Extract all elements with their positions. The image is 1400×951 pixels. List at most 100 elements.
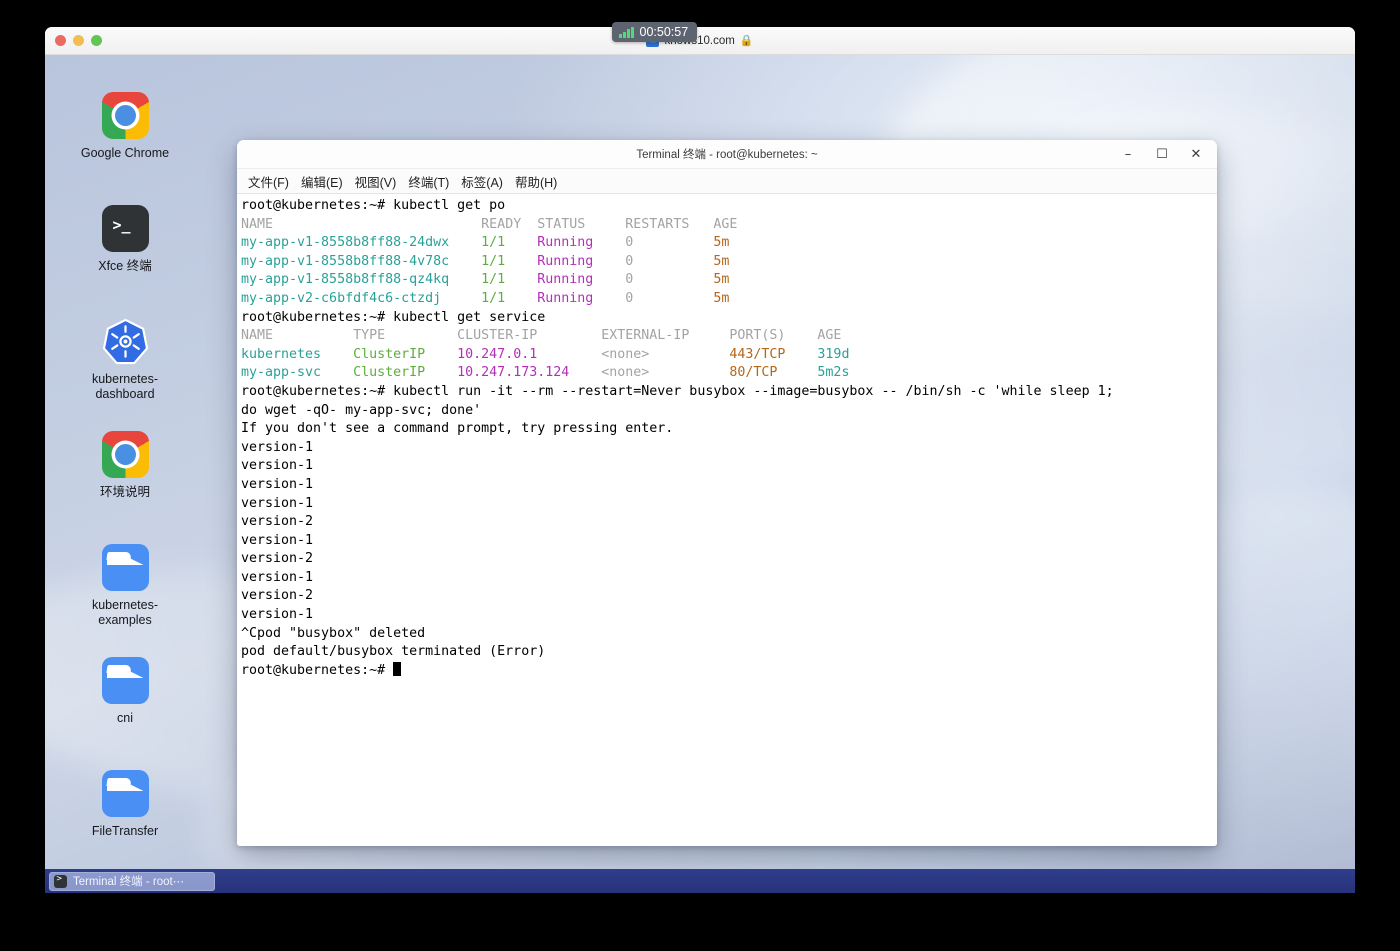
pod-ready: 1/1 xyxy=(481,272,538,288)
pod-name: my-app-v1-8558b8ff88-4v78c xyxy=(241,253,482,269)
terminal-line: version-1 xyxy=(241,569,1217,588)
pod-age: 5m xyxy=(713,290,730,306)
session-timer-value: 00:50:57 xyxy=(639,25,689,39)
terminal-line: version-1 xyxy=(241,457,1217,476)
col-ready-header: READY xyxy=(481,216,538,232)
shell-prompt: root@kubernetes:~# xyxy=(241,309,394,325)
shell-command: kubectl run -it --rm --restart=Never bus… xyxy=(393,383,1114,399)
desktop-icon-label: 环境说明 xyxy=(99,485,150,499)
terminal-menubar: 文件(F) 编辑(E) 视图(V) 终端(T) 标签(A) 帮助(H) xyxy=(237,169,1217,194)
terminal-text: version-1 xyxy=(241,476,314,492)
menu-view[interactable]: 视图(V) xyxy=(349,170,403,193)
pod-restarts: 0 xyxy=(625,272,714,288)
col-externalip-header: EXTERNAL-IP xyxy=(601,328,730,344)
pod-age: 5m xyxy=(713,235,730,251)
desktop-area: Google Chrome Xfce 终端 xyxy=(45,55,1355,893)
terminal-close-button[interactable]: ✕ xyxy=(1179,141,1213,168)
menu-file[interactable]: 文件(F) xyxy=(242,170,295,193)
maximize-window-button[interactable] xyxy=(91,35,102,46)
desktop-icon-kubernetes-examples[interactable]: kubernetes-examples xyxy=(63,537,187,650)
terminal-text: version-1 xyxy=(241,495,314,511)
terminal-line: version-2 xyxy=(241,513,1217,532)
desktop-icon-filetransfer[interactable]: FileTransfer xyxy=(63,763,187,876)
terminal-line: version-1 xyxy=(241,476,1217,495)
desktop-icon-xfce-terminal[interactable]: Xfce 终端 xyxy=(63,198,187,311)
terminal-window-controls: – ☐ ✕ xyxy=(1111,141,1217,168)
screen-root: ⊞ knows10.com 🔒 Google Chrome Xf xyxy=(0,0,1400,951)
terminal-line: root@kubernetes:~# kubectl get service xyxy=(241,309,1217,328)
menu-help[interactable]: 帮助(H) xyxy=(509,170,563,193)
pod-ready: 1/1 xyxy=(481,290,538,306)
service-ports: 80/TCP xyxy=(729,365,818,381)
lock-icon: 🔒 xyxy=(739,35,754,47)
pod-table-row: my-app-v1-8558b8ff88-24dwx 1/1 Running 0… xyxy=(241,234,1217,253)
service-name: kubernetes xyxy=(241,346,354,362)
terminal-titlebar[interactable]: Terminal 终端 - root@kubernetes: ~ – ☐ ✕ xyxy=(237,140,1217,169)
menu-terminal[interactable]: 终端(T) xyxy=(402,170,455,193)
browser-titlebar: ⊞ knows10.com 🔒 xyxy=(45,27,1355,55)
terminal-text: ^Cpod "busybox" deleted xyxy=(241,625,426,641)
pod-age: 5m xyxy=(713,253,730,269)
service-type: ClusterIP xyxy=(353,365,458,381)
pod-restarts: 0 xyxy=(625,253,714,269)
terminal-cursor xyxy=(393,661,402,676)
pod-status: Running xyxy=(537,290,626,306)
menu-edit[interactable]: 编辑(E) xyxy=(295,170,349,193)
service-age: 5m2s xyxy=(817,365,850,381)
terminal-line: version-1 xyxy=(241,606,1217,625)
kubernetes-helm-icon xyxy=(102,318,148,365)
shell-prompt: root@kubernetes:~# xyxy=(241,662,394,678)
pod-name: my-app-v2-c6bfdf4c6-ctzdj xyxy=(241,290,482,306)
terminal-line: version-1 xyxy=(241,532,1217,551)
service-table-row: kubernetes ClusterIP 10.247.0.1 <none> 4… xyxy=(241,346,1217,365)
terminal-minimize-button[interactable]: – xyxy=(1111,141,1145,168)
chrome-icon xyxy=(101,91,150,140)
desktop-icon-google-chrome[interactable]: Google Chrome xyxy=(63,85,187,198)
terminal-line: If you don't see a command prompt, try p… xyxy=(241,420,1217,439)
desktop-icon-column: Google Chrome Xfce 终端 xyxy=(63,85,187,876)
close-window-button[interactable] xyxy=(55,35,66,46)
address-bar[interactable]: ⊞ knows10.com 🔒 xyxy=(45,27,1355,54)
desktop-icon-cni[interactable]: cni xyxy=(63,650,187,763)
signal-bars-icon xyxy=(619,26,634,38)
terminal-text: version-1 xyxy=(241,458,314,474)
terminal-text: version-1 xyxy=(241,439,314,455)
minimize-window-button[interactable] xyxy=(73,35,84,46)
terminal-line: root@kubernetes:~# kubectl get po xyxy=(241,197,1217,216)
pod-status: Running xyxy=(537,235,626,251)
terminal-text: version-2 xyxy=(241,551,314,567)
desktop-icon-kubernetes-dashboard[interactable]: kubernetes-dashboard xyxy=(63,311,187,424)
col-restarts-header: RESTARTS xyxy=(625,216,714,232)
pod-status: Running xyxy=(537,253,626,269)
terminal-title: Terminal 终端 - root@kubernetes: ~ xyxy=(636,149,818,161)
session-timer-badge: 00:50:57 xyxy=(612,22,698,42)
desktop-icon-label: kubernetes-examples xyxy=(91,598,158,627)
terminal-line: pod default/busybox terminated (Error) xyxy=(241,643,1217,662)
pod-table-row: my-app-v2-c6bfdf4c6-ctzdj 1/1 Running 0 … xyxy=(241,290,1217,309)
pod-restarts: 0 xyxy=(625,290,714,306)
col-age-header: AGE xyxy=(713,216,738,232)
service-external-ip: <none> xyxy=(601,346,730,362)
terminal-text: pod default/busybox terminated (Error) xyxy=(241,644,546,660)
desktop-icon-environment-notes[interactable]: 环境说明 xyxy=(63,424,187,537)
terminal-line: version-1 xyxy=(241,495,1217,514)
terminal-icon xyxy=(54,874,67,888)
pod-status: Running xyxy=(537,272,626,288)
terminal-line: root@kubernetes:~# kubectl run -it --rm … xyxy=(241,383,1217,402)
pod-age: 5m xyxy=(713,272,730,288)
col-type-header: TYPE xyxy=(353,328,458,344)
terminal-line: ^Cpod "busybox" deleted xyxy=(241,625,1217,644)
taskbar-item-label: Terminal 终端 - root⋯ xyxy=(73,876,185,888)
service-external-ip: <none> xyxy=(601,365,730,381)
shell-command: kubectl get po xyxy=(393,198,506,213)
pod-ready: 1/1 xyxy=(481,235,538,251)
menu-tabs[interactable]: 标签(A) xyxy=(455,170,509,193)
service-cluster-ip: 10.247.173.124 xyxy=(457,365,602,381)
service-table-row: my-app-svc ClusterIP 10.247.173.124 <non… xyxy=(241,364,1217,383)
window-traffic-lights[interactable] xyxy=(55,35,102,46)
col-name-header: NAME xyxy=(241,328,354,344)
terminal-line: NAME TYPE CLUSTER-IP EXTERNAL-IP PORT(S)… xyxy=(241,327,1217,346)
terminal-output[interactable]: root@kubernetes:~# kubectl get po NAME RE… xyxy=(237,194,1217,846)
taskbar-item-terminal[interactable]: Terminal 终端 - root⋯ xyxy=(49,871,215,891)
terminal-maximize-button[interactable]: ☐ xyxy=(1145,141,1179,168)
